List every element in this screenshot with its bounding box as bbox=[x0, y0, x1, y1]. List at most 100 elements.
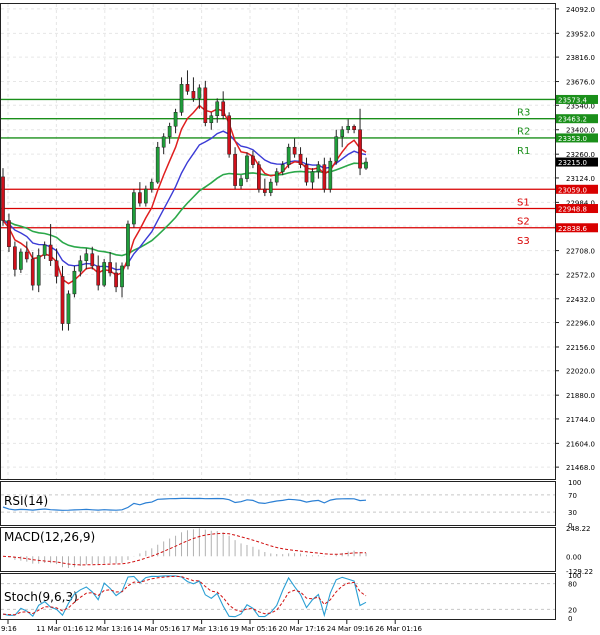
candle-body bbox=[346, 125, 350, 130]
level-tag-label-r2: 23463.2 bbox=[558, 116, 587, 124]
level-tag-label-r1: 23353.0 bbox=[558, 135, 587, 143]
candle-body bbox=[233, 153, 237, 186]
candle-body bbox=[13, 246, 17, 270]
candle-body bbox=[274, 171, 279, 183]
price-tick-label: 23816.0 bbox=[566, 54, 595, 62]
price-tick-label: 21468.0 bbox=[566, 464, 595, 472]
level-name-r2: R2 bbox=[517, 127, 530, 138]
level-tag-label-s3: 22838.6 bbox=[558, 225, 587, 233]
candle-body bbox=[298, 153, 303, 165]
macd-tick-label: 0.00 bbox=[566, 553, 582, 561]
level-name-s1: S1 bbox=[517, 197, 530, 208]
candle-body bbox=[251, 155, 255, 165]
time-tick-label: 11 Mar 01:16 bbox=[36, 625, 83, 633]
candle-body bbox=[1, 176, 5, 221]
last-price-label: 23215.0 bbox=[558, 159, 587, 167]
price-tick-label: 22572.0 bbox=[566, 271, 595, 279]
candle-body bbox=[90, 253, 95, 267]
candle-body bbox=[60, 276, 65, 324]
candle-body bbox=[84, 253, 89, 261]
candle-body bbox=[364, 161, 368, 169]
stoch-tick-label: 20 bbox=[568, 606, 577, 614]
level-name-r3: R3 bbox=[517, 107, 530, 118]
level-tag-label-s2: 22948.8 bbox=[558, 206, 587, 214]
level-name-s3: S3 bbox=[517, 236, 530, 247]
time-tick-label: 19 Mar 05:16 bbox=[230, 625, 277, 633]
rsi-tick-label: 70 bbox=[568, 492, 577, 500]
stoch-pane: Stoch(9,6,3) 10080 200 bbox=[0, 572, 581, 623]
candle-body bbox=[48, 244, 53, 261]
level-name-r1: R1 bbox=[517, 146, 530, 157]
price-tick-label: 22296.0 bbox=[566, 320, 595, 328]
time-tick-label: 14 Mar 05:16 bbox=[133, 625, 180, 633]
candle-body bbox=[358, 129, 362, 169]
candle-body bbox=[203, 87, 208, 124]
candle-body bbox=[167, 125, 172, 137]
candle-body bbox=[209, 115, 214, 124]
candle-body bbox=[286, 146, 291, 165]
time-tick-label: 24 Mar 09:16 bbox=[327, 625, 374, 633]
macd-label: MACD(12,26,9) bbox=[4, 530, 95, 544]
candle-body bbox=[185, 84, 190, 92]
price-tick-label: 21604.0 bbox=[566, 440, 595, 448]
candle-body bbox=[191, 91, 196, 99]
stoch-tick-label: 0 bbox=[568, 615, 572, 623]
candle-body bbox=[304, 164, 309, 183]
level-tag-label-r3: 23573.4 bbox=[558, 96, 587, 104]
candle-body bbox=[221, 101, 226, 117]
candle-body bbox=[132, 192, 136, 225]
candle-body bbox=[179, 84, 184, 113]
candle-body bbox=[114, 272, 118, 288]
candle-body bbox=[24, 251, 29, 260]
candle-body bbox=[227, 115, 231, 155]
candle-body bbox=[322, 164, 327, 190]
candle-body bbox=[239, 178, 243, 186]
price-tick-label: 22156.0 bbox=[566, 344, 595, 352]
stoch-label: Stoch(9,6,3) bbox=[4, 590, 78, 604]
rsi-pane-frame bbox=[0, 481, 556, 526]
rsi-tick-label: 30 bbox=[568, 509, 577, 517]
price-tick-label: 23124.0 bbox=[566, 175, 595, 183]
candle-body bbox=[334, 136, 339, 162]
candle-body bbox=[102, 262, 107, 286]
time-tick-label: 17 Mar 13:16 bbox=[182, 625, 229, 633]
candle-body bbox=[268, 181, 273, 193]
candle-body bbox=[155, 146, 160, 183]
price-tick-label: 23676.0 bbox=[566, 79, 595, 87]
main-pane-frame bbox=[0, 3, 556, 480]
candle-body bbox=[352, 125, 356, 130]
time-tick-label: 20 Mar 17:16 bbox=[278, 625, 325, 633]
candle-body bbox=[19, 251, 23, 270]
candle-body bbox=[36, 255, 41, 286]
candle-body bbox=[257, 164, 261, 190]
time-tick-label: 26 Mar 01:16 bbox=[375, 625, 422, 633]
candle-body bbox=[78, 260, 83, 272]
candle-body bbox=[262, 188, 267, 193]
time-tick-label: 12 Mar 13:16 bbox=[85, 625, 132, 633]
macd-pane: MACD(12,26,9) 248.220.00-129.22 bbox=[0, 525, 593, 576]
candle-body bbox=[340, 129, 345, 137]
candle-body bbox=[143, 188, 148, 204]
candle-body bbox=[30, 258, 35, 286]
time-tick-label: 9:16 bbox=[1, 625, 17, 633]
main-pane: R3 R2 R1 S1 S2 S3 24092.0 23952.0 23816.0 23676.… bbox=[0, 3, 598, 480]
price-tick-label: 22020.0 bbox=[566, 368, 595, 376]
candle-body bbox=[215, 101, 220, 117]
candle-body bbox=[328, 160, 333, 190]
price-tick-label: 22432.0 bbox=[566, 296, 595, 304]
candle-body bbox=[149, 181, 154, 190]
candle-body bbox=[280, 164, 285, 172]
level-name-s2: S2 bbox=[517, 217, 530, 228]
candle-body bbox=[292, 146, 297, 155]
candle-body bbox=[54, 260, 59, 277]
price-tick-label: 21744.0 bbox=[566, 416, 595, 424]
candle-body bbox=[310, 171, 315, 183]
stoch-tick-label: 100 bbox=[568, 572, 581, 580]
price-tick-label: 24092.0 bbox=[566, 6, 595, 14]
candle-body bbox=[42, 244, 47, 256]
price-tick-label: 21880.0 bbox=[566, 392, 595, 400]
candle-body bbox=[126, 223, 130, 267]
price-tick-label: 23952.0 bbox=[566, 30, 595, 38]
candle-body bbox=[96, 265, 101, 286]
chart-canvas: R3 R2 R1 S1 S2 S3 24092.0 23952.0 23816.0 23676.… bbox=[0, 3, 598, 633]
